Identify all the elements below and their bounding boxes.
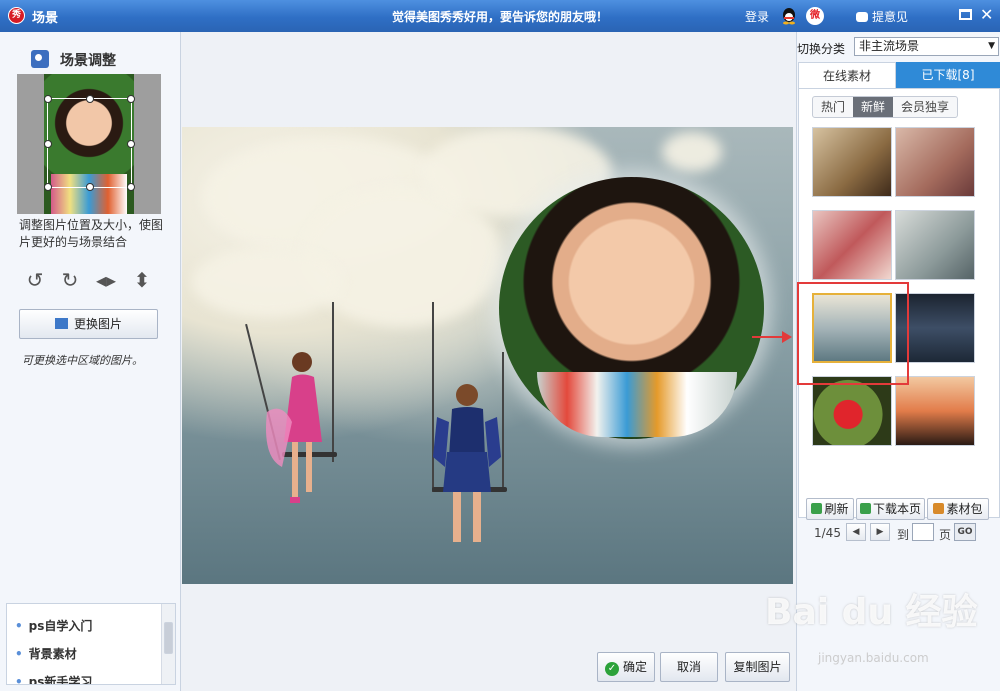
scene-preview[interactable] xyxy=(182,127,793,584)
feedback-icon xyxy=(856,12,868,22)
rotate-right-icon[interactable]: ↻ xyxy=(57,268,83,292)
subtab-vip[interactable]: 会员独享 xyxy=(893,97,957,117)
crop-handle[interactable] xyxy=(86,95,94,103)
page-label: 页 xyxy=(939,528,952,542)
related-link[interactable]: • ps新手学习 xyxy=(15,668,175,684)
next-page-button[interactable]: ▶ xyxy=(870,523,890,541)
chevron-down-icon: ▼ xyxy=(988,41,995,51)
crop-handle[interactable] xyxy=(127,183,135,191)
handwritten-note: 可更换选中区域的图片。 xyxy=(22,354,143,367)
subtab-group: 热门 新鲜 会员独享 xyxy=(812,96,959,118)
scrollbar-thumb[interactable] xyxy=(164,622,173,654)
adjust-hint: 调整图片位置及大小，使图片更好的与场景结合 xyxy=(19,218,164,249)
refresh-icon xyxy=(811,503,823,514)
refresh-button[interactable]: 刷新 xyxy=(806,498,854,520)
crop-handle[interactable] xyxy=(44,140,52,148)
confirm-label: 确定 xyxy=(622,660,647,674)
category-label: 切换分类 xyxy=(797,42,846,56)
confirm-button[interactable]: ✓ 确定 xyxy=(597,652,655,682)
refresh-label: 刷新 xyxy=(824,502,849,516)
material-pack-button[interactable]: 素材包 xyxy=(927,498,989,520)
close-icon[interactable]: ✕ xyxy=(980,5,993,24)
portrait-dress xyxy=(537,372,737,437)
feedback-label: 提意见 xyxy=(872,10,909,24)
tab-downloaded[interactable]: 已下载[8] xyxy=(896,62,1000,88)
maximize-icon[interactable] xyxy=(959,9,972,20)
login-link[interactable]: 登录 xyxy=(745,8,769,25)
flip-vertical-icon[interactable]: ⬍ xyxy=(129,268,155,292)
swing-rope xyxy=(332,302,334,462)
cancel-button[interactable]: 取消 xyxy=(660,652,718,682)
crop-handle[interactable] xyxy=(127,95,135,103)
cloud xyxy=(192,247,342,317)
slogan-text: 觉得美图秀秀好用，要告诉您的朋友哦！ xyxy=(391,10,608,24)
image-icon xyxy=(54,318,68,329)
scene-adjust-icon xyxy=(31,50,49,68)
scene-thumbnail[interactable] xyxy=(895,127,975,197)
category-value: 非主流场景 xyxy=(859,39,920,53)
download-page-label: 下载本页 xyxy=(872,502,921,516)
title-bar: 秀 场景 觉得美图秀秀好用，要告诉您的朋友哦！ 登录 微 提意见 ✕ xyxy=(0,0,1000,32)
left-panel: 场景调整 调整图片位置及大小，使图片更好的与场景结合 ↺ ↻ ◂▸ ⬍ 更换图片… xyxy=(0,32,181,691)
feedback-link[interactable]: 提意见 xyxy=(856,8,908,25)
crop-box[interactable] xyxy=(44,95,135,191)
crop-handle[interactable] xyxy=(86,183,94,191)
girl-pink-dress xyxy=(266,352,322,503)
prev-page-button[interactable]: ◀ xyxy=(846,523,866,541)
scene-thumbnail[interactable] xyxy=(812,210,892,280)
flip-horizontal-icon[interactable]: ◂▸ xyxy=(93,268,119,292)
package-icon xyxy=(933,503,945,514)
page-indicator: 1/45 xyxy=(814,526,841,540)
go-button[interactable]: GO xyxy=(954,523,976,541)
related-link[interactable]: • 背景素材 xyxy=(15,640,175,668)
scene-thumbnail[interactable] xyxy=(895,376,975,446)
cloud xyxy=(662,132,722,172)
highlight-box xyxy=(797,282,909,385)
pager: 1/45 ◀ ▶ 到 页 GO xyxy=(814,523,976,542)
related-link[interactable]: • ps自学入门 xyxy=(15,612,175,640)
subtab-fresh[interactable]: 新鲜 xyxy=(853,97,894,117)
goto-label: 到 xyxy=(897,528,910,542)
crop-handle[interactable] xyxy=(44,95,52,103)
panel-title: 场景调整 xyxy=(60,53,116,69)
scene-thumbnail[interactable] xyxy=(812,127,892,197)
copy-image-button[interactable]: 复制图片 xyxy=(725,652,790,682)
crop-handle[interactable] xyxy=(44,183,52,191)
download-icon xyxy=(859,503,871,514)
material-pack-label: 素材包 xyxy=(946,502,983,516)
tab-online-materials[interactable]: 在线素材 xyxy=(798,62,896,88)
scene-thumbnail[interactable] xyxy=(895,210,975,280)
girl-blue-dress xyxy=(433,384,501,542)
page-input[interactable] xyxy=(912,523,934,541)
annotation-arrow-icon xyxy=(752,331,792,343)
download-page-button[interactable]: 下载本页 xyxy=(856,498,925,520)
change-image-label: 更换图片 xyxy=(73,317,122,331)
crop-handle[interactable] xyxy=(127,140,135,148)
change-image-button[interactable]: 更换图片 xyxy=(19,309,158,339)
watermark-url: jingyan.baidu.com xyxy=(818,651,929,665)
source-thumbnail xyxy=(17,74,161,214)
category-select[interactable]: 非主流场景 ▼ xyxy=(854,37,999,56)
check-icon: ✓ xyxy=(604,662,619,676)
related-links: • ps自学入门 • 背景素材 • ps新手学习 xyxy=(6,603,176,685)
baidu-watermark: Bai du 经验 xyxy=(765,592,978,633)
scene-thumbnail[interactable] xyxy=(812,376,892,446)
canvas-area: ✓ 确定 取消 复制图片 xyxy=(181,32,796,691)
scrollbar[interactable] xyxy=(161,604,175,684)
weibo-icon[interactable]: 微 xyxy=(806,7,824,25)
qq-icon[interactable] xyxy=(781,7,797,25)
subtab-hot[interactable]: 热门 xyxy=(813,97,853,117)
rotate-left-icon[interactable]: ↺ xyxy=(22,268,48,292)
